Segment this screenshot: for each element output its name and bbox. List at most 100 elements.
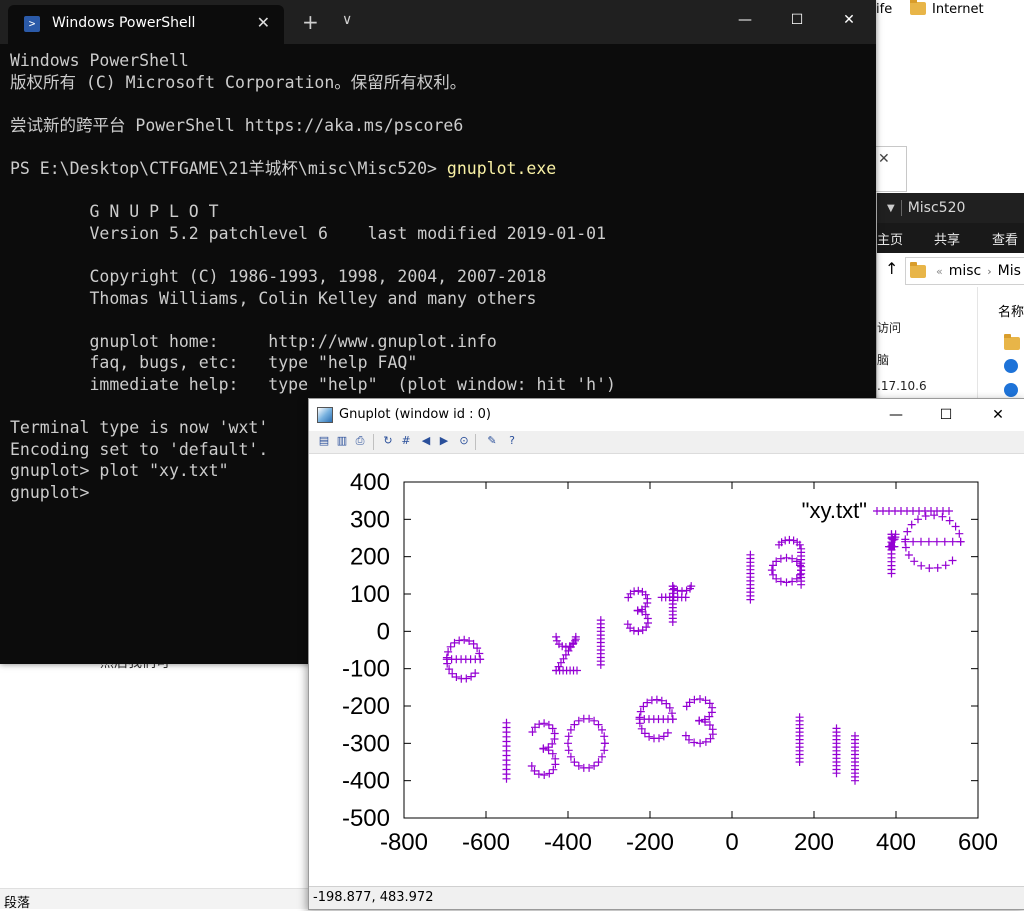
data-point (767, 566, 776, 575)
legend-label: "xy.txt" (802, 498, 867, 523)
y-tick-label: 300 (350, 506, 390, 533)
powershell-tab[interactable]: > Windows PowerShell ✕ (8, 5, 284, 44)
explorer-address-bar: ↑ « misc › Mis (877, 253, 1024, 287)
gnuplot-plot-area[interactable]: -800 -600 -400 -200 0 200 400 600 -500 -400 -300 -2… (309, 454, 1024, 886)
copy-icon[interactable]: ▤ (317, 434, 331, 448)
data-point (652, 695, 661, 704)
console-line: gnuplot> (10, 482, 100, 502)
data-point (594, 720, 603, 729)
data-point (585, 763, 594, 772)
data-point (945, 516, 954, 525)
y-tick-label: 200 (350, 544, 390, 571)
data-point (797, 580, 806, 589)
breadcrumb[interactable]: « misc › Mis (905, 257, 1024, 285)
ribbon-tab-view[interactable]: 查看 (992, 229, 1018, 248)
folder-icon (910, 261, 926, 278)
close-icon[interactable]: ✕ (878, 151, 890, 167)
background-item-internet[interactable]: Internet (910, 0, 984, 17)
console-line: faq, bugs, etc: type "help FAQ" (10, 353, 418, 373)
print-setup-icon[interactable]: ▥ (335, 434, 349, 448)
console-line: Windows PowerShell (10, 51, 189, 70)
folder-icon[interactable] (1004, 334, 1020, 350)
data-point (663, 728, 672, 737)
console-line: Copyright (C) 1986-1993, 1998, 2004, 200… (10, 266, 547, 286)
data-point (634, 586, 643, 595)
breadcrumb-item-misc[interactable]: misc (949, 263, 982, 279)
zip-file-icon[interactable] (1004, 383, 1018, 397)
autoscale-icon[interactable]: ⊙ (457, 434, 471, 448)
close-icon[interactable]: ✕ (826, 0, 872, 40)
data-point (600, 739, 609, 748)
maximize-icon[interactable]: ☐ (923, 399, 969, 431)
gnuplot-window-title: Gnuplot (window id : 0) (339, 407, 491, 422)
zip-file-icon[interactable] (1004, 359, 1018, 373)
nav-item-this-pc[interactable]: 脑 (877, 351, 889, 368)
y-tick-label: -400 (342, 768, 390, 795)
data-point (544, 720, 553, 729)
data-point (938, 512, 947, 521)
data-point (539, 744, 548, 753)
data-point (579, 714, 588, 723)
data-point (590, 761, 599, 770)
data-point (594, 758, 603, 767)
new-tab-icon[interactable]: + (302, 10, 319, 34)
nav-item-network[interactable]: .17.10.6 (877, 379, 927, 393)
data-point (932, 537, 941, 546)
minimize-icon[interactable]: — (873, 399, 919, 431)
data-point (540, 771, 549, 779)
nav-item-quick-access[interactable]: 访问 (877, 319, 901, 336)
data-point (467, 672, 476, 681)
x-tick-label: 0 (725, 829, 738, 856)
grid-icon[interactable]: # (399, 434, 413, 448)
x-tick-label: -200 (626, 829, 674, 856)
ribbon-tab-share[interactable]: 共享 (934, 229, 960, 248)
explorer-body: 访问 脑 .17.10.6 名称 (877, 287, 1024, 403)
data-point (832, 724, 841, 733)
column-header-name[interactable]: 名称 (998, 301, 1024, 320)
replot-icon[interactable]: ↻ (381, 434, 395, 448)
powershell-titlebar: > Windows PowerShell ✕ + ∨ — ☐ ✕ (0, 0, 876, 44)
data-point (921, 512, 930, 520)
console-line: Terminal type is now 'wxt' (10, 418, 269, 438)
chevron-down-icon[interactable]: ▼ (887, 203, 895, 214)
data-point (924, 537, 933, 546)
cursor-coordinates: -198.877, 483.972 (313, 890, 434, 905)
data-point (476, 655, 485, 664)
data-point (941, 561, 950, 570)
zoom-next-icon[interactable]: ▶ (437, 434, 451, 448)
data-point (552, 632, 561, 641)
data-point (851, 731, 859, 740)
settings-icon[interactable]: ✎ (485, 434, 499, 448)
close-tab-icon[interactable]: ✕ (257, 13, 270, 32)
data-point (655, 734, 663, 743)
console-line: gnuplot home: http://www.gnuplot.info (10, 331, 497, 351)
y-tick-label: -500 (342, 805, 390, 832)
data-point (695, 716, 704, 725)
arrow-up-icon[interactable]: ↑ (885, 259, 898, 278)
minimize-icon[interactable]: — (722, 0, 768, 40)
data-point (948, 556, 957, 565)
data-point (471, 669, 480, 678)
maximize-icon[interactable]: ☐ (774, 0, 820, 40)
x-tick-label: -800 (380, 829, 428, 856)
toolbar-separator (373, 434, 374, 450)
background-item-internet-label: Internet (932, 2, 984, 17)
title-separator (900, 200, 902, 216)
x-tick-label: -600 (462, 829, 510, 856)
data-point (570, 758, 579, 767)
data-point (940, 537, 949, 546)
close-icon[interactable]: ✕ (975, 399, 1021, 431)
data-point (574, 761, 583, 770)
data-point (682, 586, 691, 595)
background-item-ife[interactable]: ife (876, 2, 892, 17)
help-icon[interactable]: ? (505, 434, 519, 448)
data-point (460, 635, 469, 644)
zoom-previous-icon[interactable]: ◀ (419, 434, 433, 448)
powershell-tab-title: Windows PowerShell (52, 15, 196, 31)
breadcrumb-item-misc520[interactable]: Mis (998, 263, 1021, 279)
gnuplot-status-bar: -198.877, 483.972 (309, 886, 1024, 909)
data-point (634, 627, 643, 636)
ribbon-tab-home[interactable]: 主页 (877, 229, 903, 248)
print-icon[interactable]: ⎙ (353, 434, 367, 448)
chevron-down-icon[interactable]: ∨ (342, 12, 352, 28)
